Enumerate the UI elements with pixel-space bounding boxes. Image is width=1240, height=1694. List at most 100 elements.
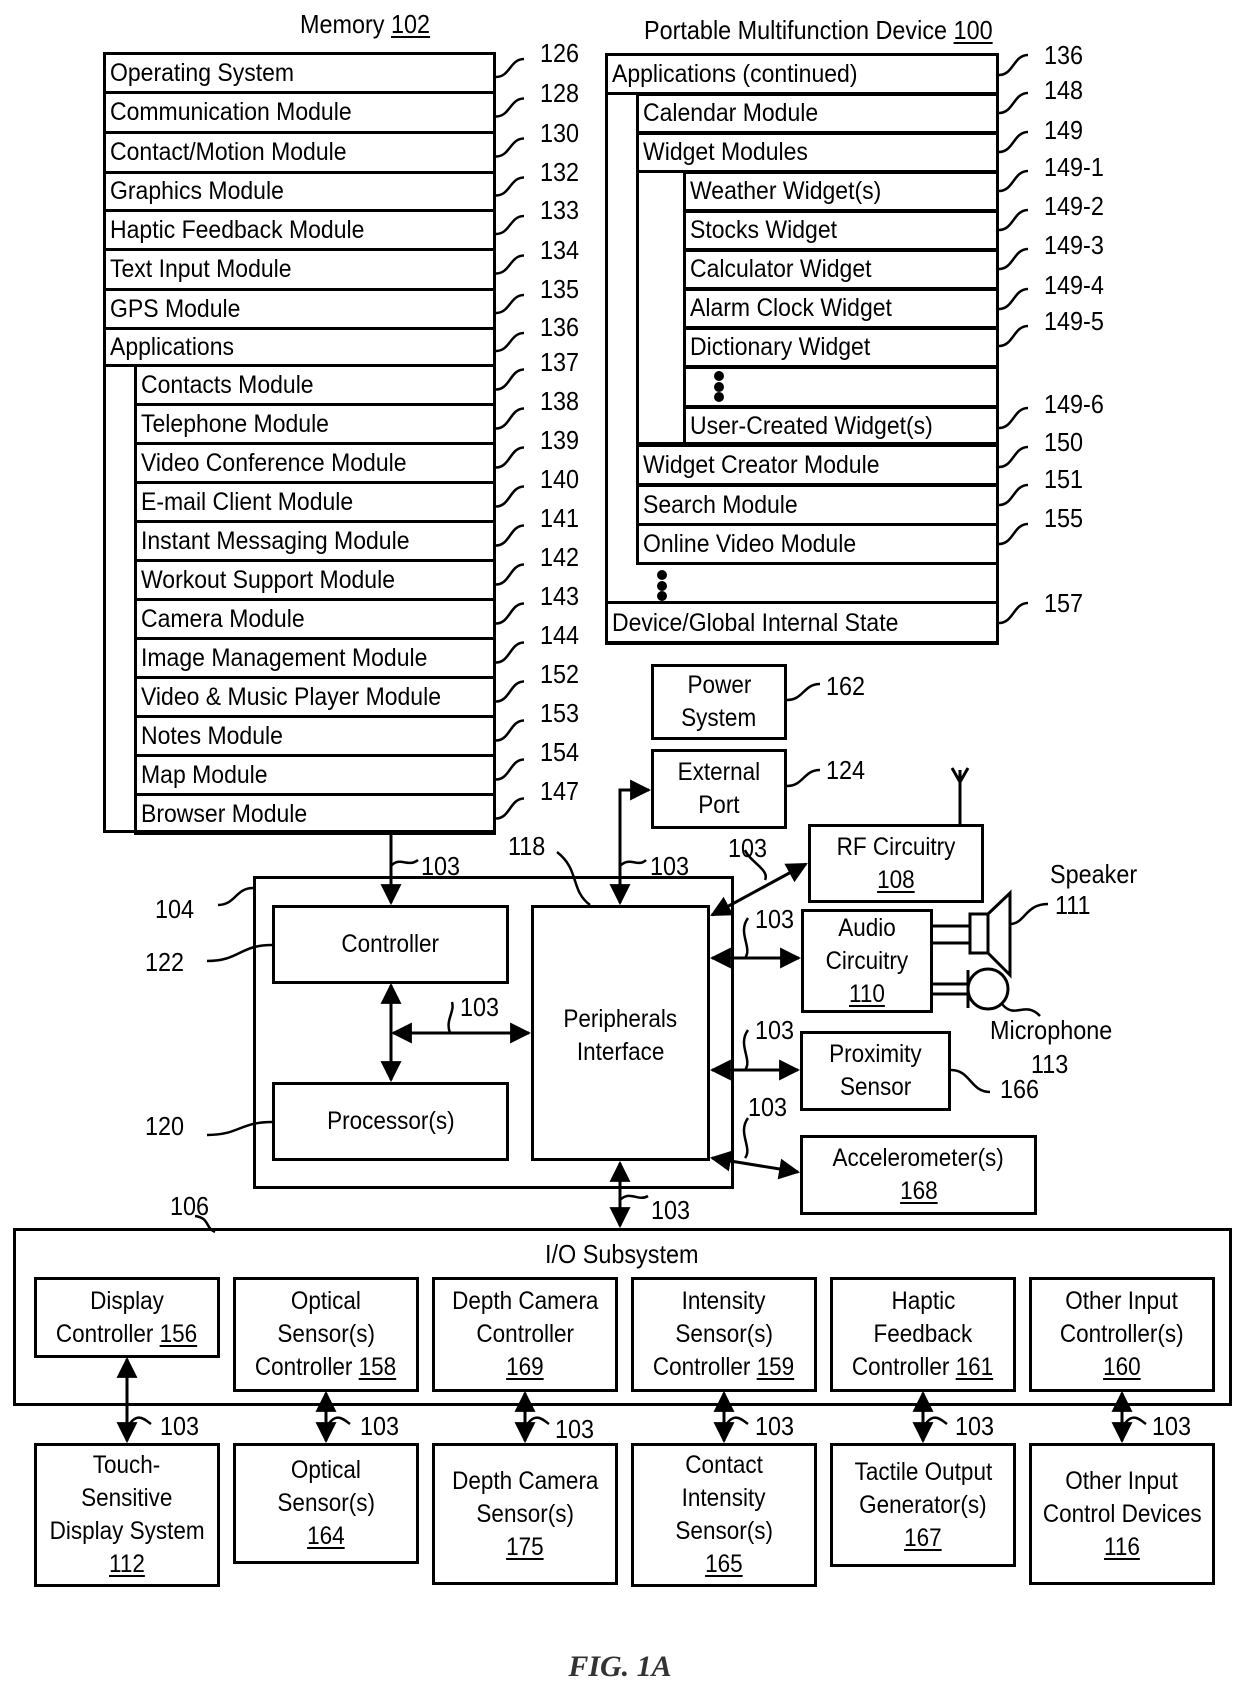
memory-row-operating-system-label: Operating System	[110, 59, 295, 87]
device-leader	[998, 91, 1029, 115]
bus-squiggle	[742, 1117, 750, 1159]
io-device-ref: 165	[705, 1550, 743, 1578]
app-ref-0-text: 137	[540, 346, 580, 377]
proximity-ref: 166	[1000, 1075, 1043, 1103]
patent-figure: Memory 102 Operating System Communication…	[0, 0, 1240, 1694]
memory-ref-6-text: 135	[540, 274, 580, 304]
controller-label: Controller	[341, 930, 440, 958]
io-controller-line: Controller	[653, 1353, 751, 1381]
app-leader	[495, 797, 525, 820]
device-ref-5-text: 149-3	[1044, 230, 1104, 260]
io-controller-line: Controller 159	[653, 1351, 794, 1384]
external-port-ref-text: 124	[826, 755, 866, 785]
app-row-camera-module-label: Camera Module	[141, 605, 305, 633]
bus-squiggle	[619, 859, 647, 867]
proximity-line1: Proximity	[829, 1040, 922, 1068]
bus-ref-12: 103	[955, 1412, 998, 1440]
app-ref-11-text: 147	[540, 775, 580, 806]
bus-squiggle	[324, 1416, 351, 1429]
bus-squiggle	[523, 1416, 550, 1429]
device-ref-4: 149-2	[1044, 192, 1111, 220]
external-port-line2: Port	[698, 791, 740, 819]
device-ref-7-text: 149-5	[1044, 306, 1104, 336]
io-device-line: Sensor(s)	[675, 1517, 773, 1545]
memory-row-gps-module-label: GPS Module	[110, 295, 241, 323]
device-leader	[998, 522, 1029, 546]
memory-ref-3-text: 132	[540, 156, 580, 187]
power-line1: Power	[687, 671, 751, 699]
io-ref-text: 106	[170, 1191, 210, 1221]
external-port-line1: External	[677, 758, 761, 786]
app-leader	[495, 719, 525, 742]
power-ref-text: 162	[826, 671, 866, 701]
bus-ref-2: 103	[728, 834, 771, 862]
app-ref-4: 141	[540, 504, 583, 532]
bus-ref-2-text: 103	[728, 833, 768, 863]
app-row-map-module-label: Map Module	[141, 761, 268, 789]
app-row-image-management-module: Image Management Module	[134, 637, 496, 679]
memory-leader	[495, 176, 525, 197]
device-ref-9-text: 150	[1044, 427, 1084, 457]
bus-ref-7-text: 103	[651, 1195, 691, 1225]
memory-row-communication-module: Communication Module	[103, 91, 496, 134]
io-controller-line: Controller	[255, 1353, 353, 1381]
io-controller-box-5: Other Input Controller(s) 160	[1029, 1277, 1215, 1392]
io-controller-line: Intensity	[682, 1287, 766, 1315]
device-ref-12: 157	[1044, 589, 1087, 617]
audio-line2: Circuitry	[825, 946, 909, 975]
rf-label: RF Circuitry	[836, 832, 956, 861]
bus-ref-5: 103	[755, 1016, 798, 1044]
app-leader	[495, 368, 525, 391]
memory-leader	[495, 57, 525, 79]
speaker-label-text: Speaker	[1050, 859, 1138, 889]
memory-leader	[495, 331, 525, 353]
app-ref-9: 153	[540, 699, 583, 727]
peripherals-line2: Interface	[576, 1038, 665, 1066]
device-ref-10-text: 151	[1044, 464, 1084, 494]
bus-ref-9: 103	[360, 1412, 403, 1440]
device-ref-6: 149-4	[1044, 271, 1111, 299]
device-ref-2: 149	[1044, 116, 1087, 144]
memory-ref-0: 126	[540, 39, 583, 67]
app-row-e-mail-client-module-label: E-mail Client Module	[141, 488, 354, 516]
controller-box: Controller	[272, 905, 509, 984]
processor-ref: 120	[145, 1112, 188, 1140]
app-ref-9-text: 153	[540, 697, 580, 728]
memory-leader	[495, 254, 525, 275]
io-device-line: Generator(s)	[859, 1490, 987, 1519]
device-ref-0-text: 136	[1044, 40, 1084, 70]
power-line2: System	[681, 704, 757, 732]
app-leader	[495, 602, 525, 625]
io-device-box-0: Touch- Sensitive Display System 112	[34, 1443, 220, 1587]
bus-ref-13-text: 103	[1152, 1411, 1192, 1441]
memory-ref-4: 133	[540, 196, 583, 224]
io-device-line: Tactile Output	[854, 1457, 992, 1486]
memory-ref-2-text: 130	[540, 117, 580, 148]
memory-row-haptic-feedback-module-label: Haptic Feedback Module	[110, 216, 365, 244]
app-row-instant-messaging-module: Instant Messaging Module	[134, 520, 496, 562]
apps-indent-box	[636, 93, 999, 565]
speaker-ref: 111	[1055, 891, 1095, 919]
io-controller-ref: 159	[757, 1353, 795, 1381]
audio-line1: Audio	[838, 913, 896, 942]
io-subsystem-title: I/O Subsystem	[545, 1240, 716, 1268]
io-device-box-3: Contact Intensity Sensor(s) 165	[631, 1443, 817, 1587]
device-ref-4-text: 149-2	[1044, 191, 1104, 221]
io-device-line: Control Devices	[1042, 1499, 1202, 1528]
memory-row-contact-motion-module-label: Contact/Motion Module	[110, 138, 347, 166]
power-ref: 162	[826, 672, 869, 700]
io-controller-ref: 169	[506, 1353, 544, 1381]
bus-squiggle	[1120, 1416, 1147, 1429]
device-ref-5: 149-3	[1044, 231, 1111, 259]
io-device-box-5: Other Input Control Devices 116	[1029, 1443, 1215, 1585]
memory-row-applications-label: Applications	[110, 333, 235, 361]
microphone-icon	[933, 970, 970, 1008]
app-row-workout-support-module-label: Workout Support Module	[141, 566, 395, 594]
device-leader	[998, 130, 1029, 154]
io-controller-box-1: Optical Sensor(s) Controller 158	[233, 1277, 419, 1392]
external-port-ref: 124	[826, 756, 869, 784]
bus-ref-0: 103	[421, 852, 464, 880]
io-device-ref: 116	[1104, 1532, 1140, 1561]
bus-squiggle	[722, 1416, 749, 1429]
app-row-notes-module-label: Notes Module	[141, 722, 283, 750]
